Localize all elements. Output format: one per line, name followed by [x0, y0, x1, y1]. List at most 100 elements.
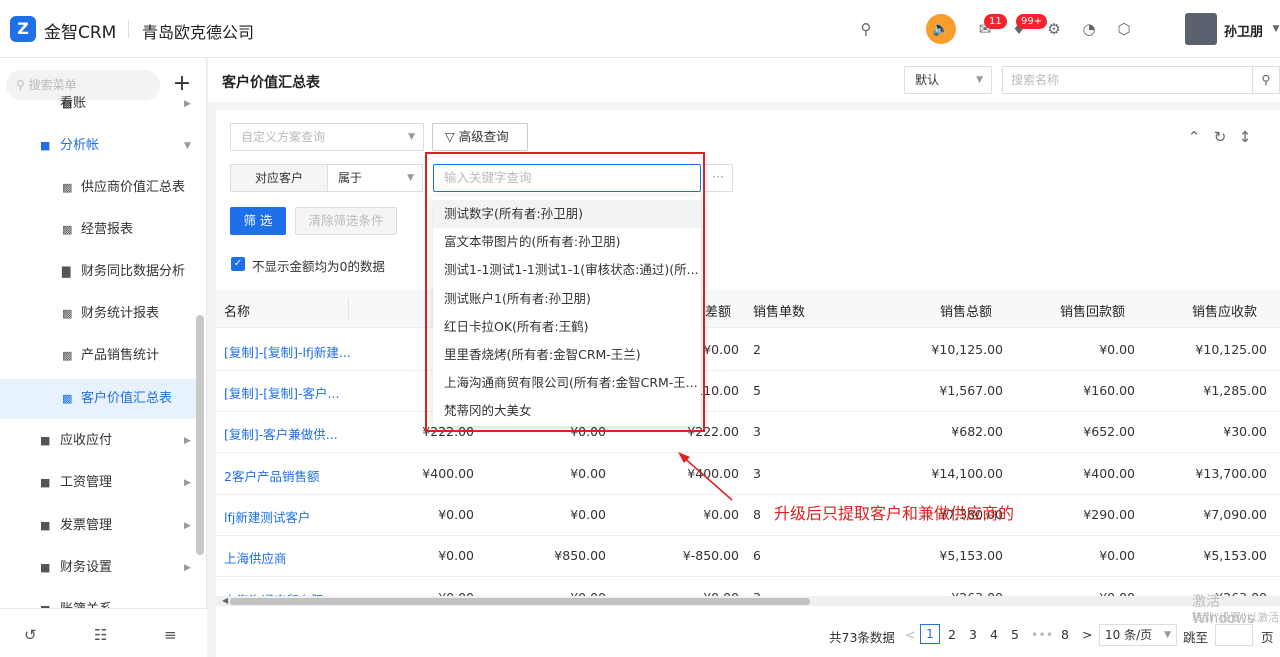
- name-search-input[interactable]: 搜索名称: [1002, 66, 1252, 94]
- chevron-right-icon: ▶: [184, 99, 191, 109]
- sidebar-scrollbar[interactable]: [196, 315, 204, 555]
- history-icon[interactable]: ↺: [24, 626, 37, 644]
- page-3[interactable]: 3: [969, 627, 977, 642]
- column-header-name[interactable]: 名称: [224, 301, 250, 320]
- sidebar-item-invoices[interactable]: ■ 发票管理 ▶: [0, 506, 196, 546]
- scheme-select[interactable]: 自定义方案查询 ▼: [230, 123, 424, 151]
- annotation-arrow: [678, 452, 733, 501]
- table-cell-count: 2: [753, 342, 761, 357]
- doc-icon: ▩: [62, 349, 73, 362]
- annotation-highlight-box: [425, 152, 705, 432]
- company-name[interactable]: 青岛欧克德公司: [142, 19, 254, 43]
- table-cell-name[interactable]: [复制]-客户兼做供...: [224, 424, 344, 443]
- sidebar-item-ledger-relations[interactable]: ■ 账簿关系: [0, 590, 196, 608]
- cube-icon[interactable]: ⬡: [1113, 18, 1135, 40]
- column-header-total[interactable]: 销售总额: [940, 301, 992, 320]
- horizontal-scroll-thumb[interactable]: [230, 598, 810, 605]
- clear-filter-button[interactable]: 清除筛选条件: [295, 207, 397, 235]
- filter-icon: ▽: [445, 129, 455, 144]
- gear-icon[interactable]: ⚙: [1043, 18, 1065, 40]
- column-header-paid[interactable]: 销售回款额: [1060, 301, 1125, 320]
- table-cell-name[interactable]: lfj新建测试客户: [224, 507, 344, 526]
- sidebar-item-payroll[interactable]: ■ 工资管理 ▶: [0, 463, 196, 503]
- sidebar-item-label: 分析帐: [60, 138, 100, 153]
- filter-field-label: 对应客户: [230, 164, 328, 192]
- refresh-icon[interactable]: ↻: [1209, 126, 1231, 148]
- page-8[interactable]: 8: [1061, 627, 1069, 642]
- announcement-icon[interactable]: 🔈: [926, 14, 956, 44]
- table-cell-recv: ¥30.00: [1223, 424, 1267, 439]
- row-divider: [216, 494, 1280, 495]
- sidebar-item-customer-value[interactable]: ▩ 客户价值汇总表: [0, 379, 196, 419]
- sidebar-item-label: 财务同比数据分析: [81, 264, 186, 279]
- table-cell-total: ¥1,567.00: [939, 383, 1003, 398]
- page-4[interactable]: 4: [990, 627, 998, 642]
- page-title: 客户价值汇总表: [222, 75, 320, 91]
- view-select[interactable]: 默认 ▼: [904, 66, 992, 94]
- table-cell-paid: ¥0.00: [1099, 342, 1135, 357]
- page-5[interactable]: 5: [1011, 627, 1019, 642]
- table-cell-paid: ¥290.00: [1083, 507, 1135, 522]
- sidebar-item-label: 发票管理: [60, 518, 113, 533]
- sidebar-item-label: 产品销售统计: [81, 348, 160, 363]
- advanced-query-button[interactable]: ▽ 高级查询: [432, 123, 528, 151]
- folder-icon: ■: [40, 519, 51, 532]
- pie-chart-icon[interactable]: ◔: [1078, 18, 1100, 40]
- chevron-down-icon: ▼: [407, 173, 414, 183]
- sidebar-item-finance-settings[interactable]: ■ 财务设置 ▶: [0, 548, 196, 588]
- annotation-text: 升级后只提取客户和兼做供应商的: [774, 504, 1015, 523]
- chevron-down-icon[interactable]: ▼: [1265, 18, 1280, 40]
- sort-icon[interactable]: ↕: [1234, 126, 1256, 148]
- more-options-button[interactable]: ···: [703, 164, 733, 192]
- sidebar-item-yoy-analysis[interactable]: ▇ 财务同比数据分析: [0, 252, 196, 292]
- table-cell-name[interactable]: [复制]-[复制]-客户...: [224, 383, 344, 402]
- sidebar-item-analysis[interactable]: ■ 分析帐 ▼: [0, 126, 196, 166]
- table-cell-total: ¥682.00: [951, 424, 1003, 439]
- next-page-icon[interactable]: >: [1082, 627, 1092, 642]
- sidebar-item-label: 经营报表: [81, 222, 134, 237]
- filter-operator-select[interactable]: 属于 ▼: [327, 164, 423, 192]
- column-header-diff[interactable]: 差额: [705, 301, 731, 320]
- sidebar-item-finance-stats[interactable]: ▩ 财务统计报表: [0, 294, 196, 334]
- hide-zero-checkbox[interactable]: ✓: [231, 257, 245, 271]
- collapse-menu-icon[interactable]: ≡: [164, 626, 177, 644]
- sidebar-item-operations-report[interactable]: ▩ 经营报表: [0, 210, 196, 250]
- page-size-select[interactable]: 10 条/页 ▼: [1099, 624, 1177, 646]
- avatar[interactable]: [1185, 13, 1217, 45]
- column-header-count[interactable]: 销售单数: [753, 301, 805, 320]
- table-cell-total: ¥10,125.00: [931, 342, 1003, 357]
- prev-page-icon[interactable]: <: [905, 627, 915, 642]
- divider: [128, 20, 129, 38]
- sidebar-item-supplier-value[interactable]: ▩ 供应商价值汇总表: [0, 168, 196, 208]
- page-1[interactable]: 1: [920, 624, 940, 644]
- sidebar-item-ledger[interactable]: ▩ 看账 ▶: [0, 84, 196, 114]
- sidebar-item-label: 看账: [60, 96, 87, 111]
- table-cell-c1: ¥0.00: [438, 548, 474, 563]
- advanced-query-label: 高级查询: [458, 129, 509, 144]
- filter-button[interactable]: 筛 选: [230, 207, 286, 235]
- table-cell-name[interactable]: 上海供应商: [224, 548, 344, 567]
- table-cell-name[interactable]: 2客户产品销售额: [224, 466, 344, 485]
- sidebar-item-receivables[interactable]: ■ 应收应付 ▶: [0, 421, 196, 461]
- page-2[interactable]: 2: [948, 627, 956, 642]
- search-icon[interactable]: ⚲: [855, 18, 877, 40]
- chevron-right-icon: ▶: [184, 478, 191, 488]
- hide-zero-label[interactable]: 不显示金额均为0的数据: [252, 256, 385, 275]
- column-header-receivable[interactable]: 销售应收款: [1192, 301, 1257, 320]
- user-name[interactable]: 孙卫朋: [1224, 21, 1263, 40]
- page-size-value: 10 条/页: [1105, 628, 1153, 642]
- jump-page-input[interactable]: [1215, 624, 1253, 646]
- table-cell-paid: ¥0.00: [1099, 548, 1135, 563]
- sliders-icon[interactable]: ☷: [94, 626, 107, 644]
- table-cell-recv: ¥10,125.00: [1195, 342, 1267, 357]
- search-icon[interactable]: ⚲: [1252, 66, 1280, 94]
- sidebar-item-product-sales[interactable]: ▩ 产品销售统计: [0, 336, 196, 376]
- collapse-up-icon[interactable]: ⌃: [1183, 126, 1205, 148]
- chevron-down-icon: ▼: [976, 75, 983, 85]
- row-divider: [216, 370, 1280, 371]
- table-cell-name[interactable]: [复制]-[复制]-lfj新建...: [224, 342, 351, 361]
- page-ellipsis[interactable]: •••: [1031, 627, 1053, 642]
- scroll-left-icon[interactable]: ◀: [222, 596, 228, 605]
- table-cell-count: 3: [753, 424, 761, 439]
- doc-icon: ▩: [62, 181, 73, 194]
